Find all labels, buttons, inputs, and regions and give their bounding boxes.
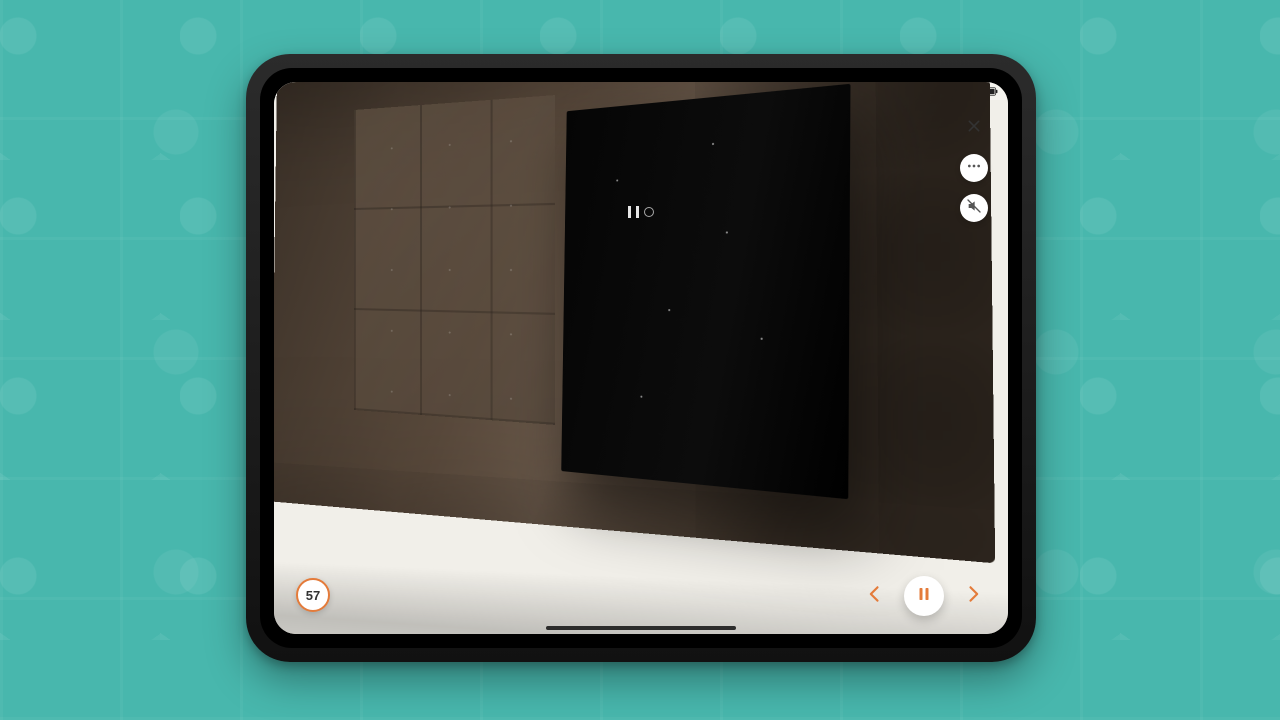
wifi-icon	[933, 85, 945, 97]
home-indicator[interactable]	[546, 626, 736, 630]
viewer-top-actions	[960, 114, 988, 222]
cabinet-carcass	[274, 82, 995, 563]
chevron-left-icon	[865, 584, 885, 609]
battery-icon	[980, 87, 998, 96]
pause-button[interactable]	[904, 576, 944, 616]
tablet-screen: 9:41 AM Tue Oct 30 100%	[274, 82, 1008, 634]
step-indicator[interactable]: 57	[296, 578, 330, 612]
tablet-bezel: 9:41 AM Tue Oct 30 100%	[260, 68, 1022, 648]
more-button[interactable]	[960, 154, 988, 182]
status-date: Tue Oct 30	[324, 86, 369, 96]
tablet-device-frame: 9:41 AM Tue Oct 30 100%	[246, 54, 1036, 662]
sound-off-icon	[966, 198, 982, 219]
chevron-right-icon	[963, 584, 983, 609]
pause-icon	[915, 585, 933, 608]
next-step-button[interactable]	[958, 581, 988, 611]
assembly-viewer-app: 57	[274, 100, 1008, 634]
hardware-pilot-holes	[364, 91, 757, 449]
mute-button[interactable]	[960, 194, 988, 222]
status-battery-pct: 100%	[951, 86, 974, 96]
step-number: 57	[306, 588, 320, 603]
cabinet-interior	[354, 95, 555, 425]
prev-step-button[interactable]	[860, 581, 890, 611]
playback-controls	[860, 576, 988, 616]
status-time: 9:41 AM	[284, 86, 318, 96]
cabinet-door-panel	[561, 84, 850, 499]
close-icon	[966, 118, 982, 139]
assembly-3d-viewport[interactable]	[274, 100, 874, 620]
close-button[interactable]	[960, 114, 988, 142]
more-icon	[966, 158, 982, 179]
interaction-hint-icon	[628, 206, 654, 218]
status-bar: 9:41 AM Tue Oct 30 100%	[274, 82, 1008, 100]
